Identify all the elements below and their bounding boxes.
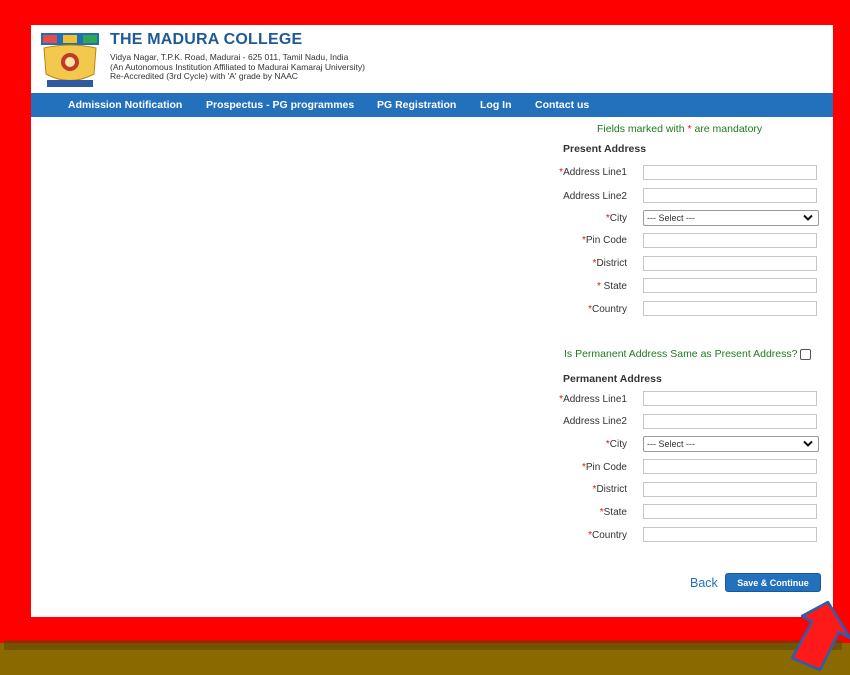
same-address-question: Is Permanent Address Same as Present Add… [564,348,798,360]
permanent-address1-label: *Address Line1 [559,394,627,405]
address-line-3: Re-Accredited (3rd Cycle) with 'A' grade… [110,71,298,81]
frame-shadow [4,640,842,650]
permanent-district-label: *District [592,484,627,495]
pointer-arrow-icon [790,600,850,672]
present-address2-input[interactable] [643,188,817,203]
college-logo-icon [41,33,99,87]
present-address-title: Present Address [563,143,647,155]
chevron-down-icon [803,440,813,447]
present-city-value: --- Select --- [647,213,695,223]
permanent-city-value: --- Select --- [647,439,695,449]
permanent-city-select[interactable]: --- Select --- [643,436,819,452]
present-address1-input[interactable] [643,165,817,180]
nav-admission-notification[interactable]: Admission Notification [68,93,182,117]
mandatory-note: Fields marked with * are mandatory [597,123,762,135]
mandatory-note-text: Fields marked with [597,123,688,135]
present-pincode-label: *Pin Code [581,235,627,246]
main-nav: Admission Notification Prospectus - PG p… [31,93,833,117]
nav-prospectus-pg[interactable]: Prospectus - PG programmes [206,93,354,117]
permanent-address2-label: Address Line2 [563,416,627,427]
save-continue-button[interactable]: Save & Continue [725,573,821,592]
permanent-pincode-input[interactable] [643,459,817,474]
nav-pg-registration[interactable]: PG Registration [377,93,456,117]
present-country-label: *Country [588,304,627,315]
permanent-country-input[interactable] [643,527,817,542]
nav-contact-us[interactable]: Contact us [535,93,589,117]
present-state-input[interactable] [643,278,817,293]
back-link[interactable]: Back [690,576,718,590]
permanent-district-input[interactable] [643,482,817,497]
college-name: THE MADURA COLLEGE [110,31,303,48]
present-country-input[interactable] [643,301,817,316]
present-address1-label: *Address Line1 [559,167,627,178]
present-district-label: *District [592,258,627,269]
same-address-checkbox[interactable] [800,349,811,360]
nav-log-in[interactable]: Log In [480,93,512,117]
permanent-address2-input[interactable] [643,414,817,429]
present-state-label: * State [596,281,627,292]
present-district-input[interactable] [643,256,817,271]
permanent-pincode-label: *Pin Code [581,462,627,473]
permanent-address-title: Permanent Address [563,373,662,385]
permanent-state-label: *State [599,507,627,518]
present-city-label: *City [605,213,627,224]
page-content: THE MADURA COLLEGE Vidya Nagar, T.P.K. R… [31,25,833,617]
present-address2-label: Address Line2 [563,191,627,202]
mandatory-note-text-end: are mandatory [691,123,763,135]
chevron-down-icon [803,214,813,221]
permanent-address1-input[interactable] [643,391,817,406]
permanent-state-input[interactable] [643,504,817,519]
college-address: Vidya Nagar, T.P.K. Road, Madurai - 625 … [110,52,365,82]
permanent-city-label: *City [605,439,627,450]
present-pincode-input[interactable] [643,233,817,248]
permanent-country-label: *Country [588,530,627,541]
present-city-select[interactable]: --- Select --- [643,210,819,226]
